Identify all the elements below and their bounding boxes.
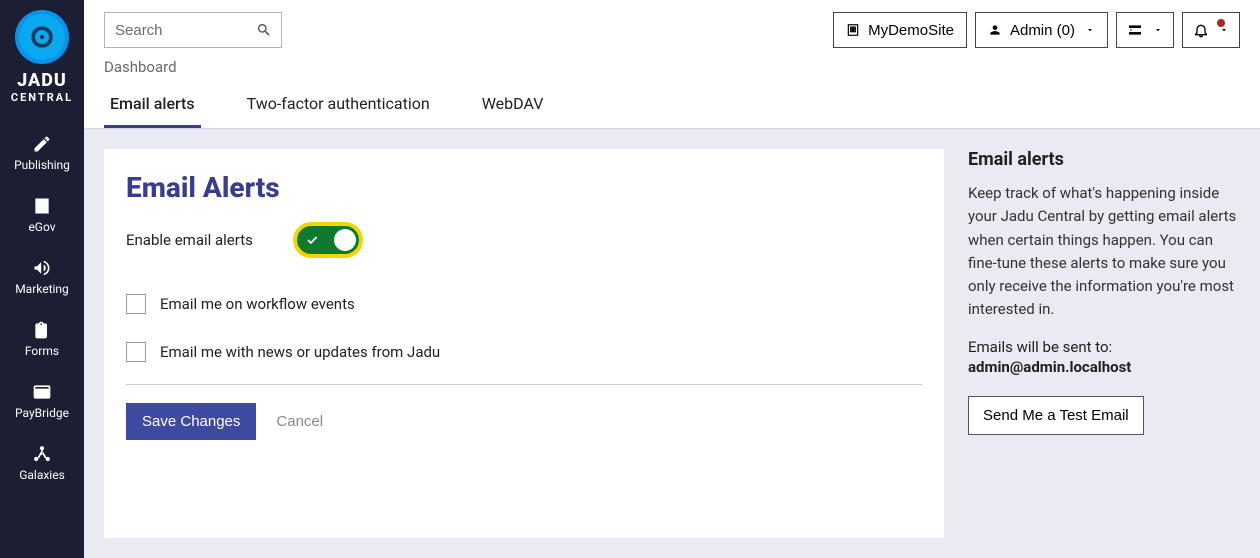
search-icon xyxy=(256,22,272,38)
bell-icon xyxy=(1193,22,1209,38)
user-label: Admin (0) xyxy=(1010,22,1075,39)
storage-menu[interactable] xyxy=(1116,12,1174,48)
brand-line1: JADU xyxy=(17,70,67,91)
sidebar: JADU CENTRAL Publishing eGov Marketing xyxy=(0,0,84,558)
search-button[interactable] xyxy=(246,12,282,48)
network-icon xyxy=(32,444,52,464)
sidebar-item-label: eGov xyxy=(28,220,55,234)
enable-row: Enable email alerts xyxy=(126,222,922,258)
option-label: Email me on workflow events xyxy=(160,295,355,313)
option-label: Email me with news or updates from Jadu xyxy=(160,343,440,361)
option-news: Email me with news or updates from Jadu xyxy=(126,328,922,376)
side-body: Keep track of what's happening inside yo… xyxy=(968,182,1240,322)
checkbox-workflow[interactable] xyxy=(126,294,146,314)
sidebar-item-forms[interactable]: Forms xyxy=(0,308,84,370)
notifications-menu[interactable] xyxy=(1182,12,1240,48)
toggle-knob xyxy=(334,229,356,251)
megaphone-icon xyxy=(32,258,52,278)
search-wrap xyxy=(104,12,282,48)
caret-down-icon xyxy=(1085,25,1095,35)
sidebar-item-marketing[interactable]: Marketing xyxy=(0,246,84,308)
main: MyDemoSite Admin (0) xyxy=(84,0,1260,558)
sidebar-item-label: PayBridge xyxy=(15,406,69,420)
sidebar-nav: Publishing eGov Marketing Forms PayBridg… xyxy=(0,122,84,494)
sidebar-item-publishing[interactable]: Publishing xyxy=(0,122,84,184)
breadcrumb[interactable]: Dashboard xyxy=(84,48,1260,76)
send-test-button[interactable]: Send Me a Test Email xyxy=(968,396,1144,435)
notification-dot xyxy=(1217,19,1225,27)
site-label: MyDemoSite xyxy=(868,22,954,39)
user-menu[interactable]: Admin (0) xyxy=(975,12,1108,48)
cancel-button[interactable]: Cancel xyxy=(276,413,323,430)
topbar: MyDemoSite Admin (0) xyxy=(84,0,1260,48)
checkbox-news[interactable] xyxy=(126,342,146,362)
brand-line2: CENTRAL xyxy=(11,91,73,104)
logo-icon xyxy=(15,10,69,64)
site-icon xyxy=(846,23,860,37)
clipboard-icon xyxy=(32,320,52,340)
side-heading: Email alerts xyxy=(968,149,1240,170)
sidebar-item-label: Galaxies xyxy=(19,468,65,482)
recipient-email: admin@admin.localhost xyxy=(968,358,1240,376)
tab-webdav[interactable]: WebDAV xyxy=(476,94,550,128)
save-button[interactable]: Save Changes xyxy=(126,403,256,440)
sidebar-item-galaxies[interactable]: Galaxies xyxy=(0,432,84,494)
sidebar-item-label: Forms xyxy=(25,344,59,358)
content-row: Email Alerts Enable email alerts Email m… xyxy=(84,129,1260,558)
enable-label: Enable email alerts xyxy=(126,231,253,249)
sidebar-item-egov[interactable]: eGov xyxy=(0,184,84,246)
site-switcher[interactable]: MyDemoSite xyxy=(833,12,967,48)
sidebar-item-label: Publishing xyxy=(14,158,70,172)
card-icon xyxy=(32,382,52,402)
brand-logo: JADU CENTRAL xyxy=(11,10,73,104)
building-icon xyxy=(32,196,52,216)
storage-icon xyxy=(1127,22,1143,38)
tabs: Email alerts Two-factor authentication W… xyxy=(84,76,1260,129)
card-title: Email Alerts xyxy=(126,171,922,204)
sent-to-label: Emails will be sent to: xyxy=(968,338,1240,356)
caret-down-icon xyxy=(1153,25,1163,35)
email-alerts-card: Email Alerts Enable email alerts Email m… xyxy=(104,149,944,538)
tab-two-factor[interactable]: Two-factor authentication xyxy=(241,94,436,128)
tab-email-alerts[interactable]: Email alerts xyxy=(104,94,201,128)
enable-toggle[interactable] xyxy=(293,222,363,258)
pencil-icon xyxy=(32,134,52,154)
sidebar-item-paybridge[interactable]: PayBridge xyxy=(0,370,84,432)
user-icon xyxy=(988,23,1002,37)
divider xyxy=(126,384,922,385)
actions: Save Changes Cancel xyxy=(126,403,922,440)
sidebar-item-label: Marketing xyxy=(15,282,69,296)
side-info: Email alerts Keep track of what's happen… xyxy=(968,149,1240,538)
check-icon xyxy=(305,233,319,247)
option-workflow: Email me on workflow events xyxy=(126,280,922,328)
topbar-right: MyDemoSite Admin (0) xyxy=(833,12,1240,48)
